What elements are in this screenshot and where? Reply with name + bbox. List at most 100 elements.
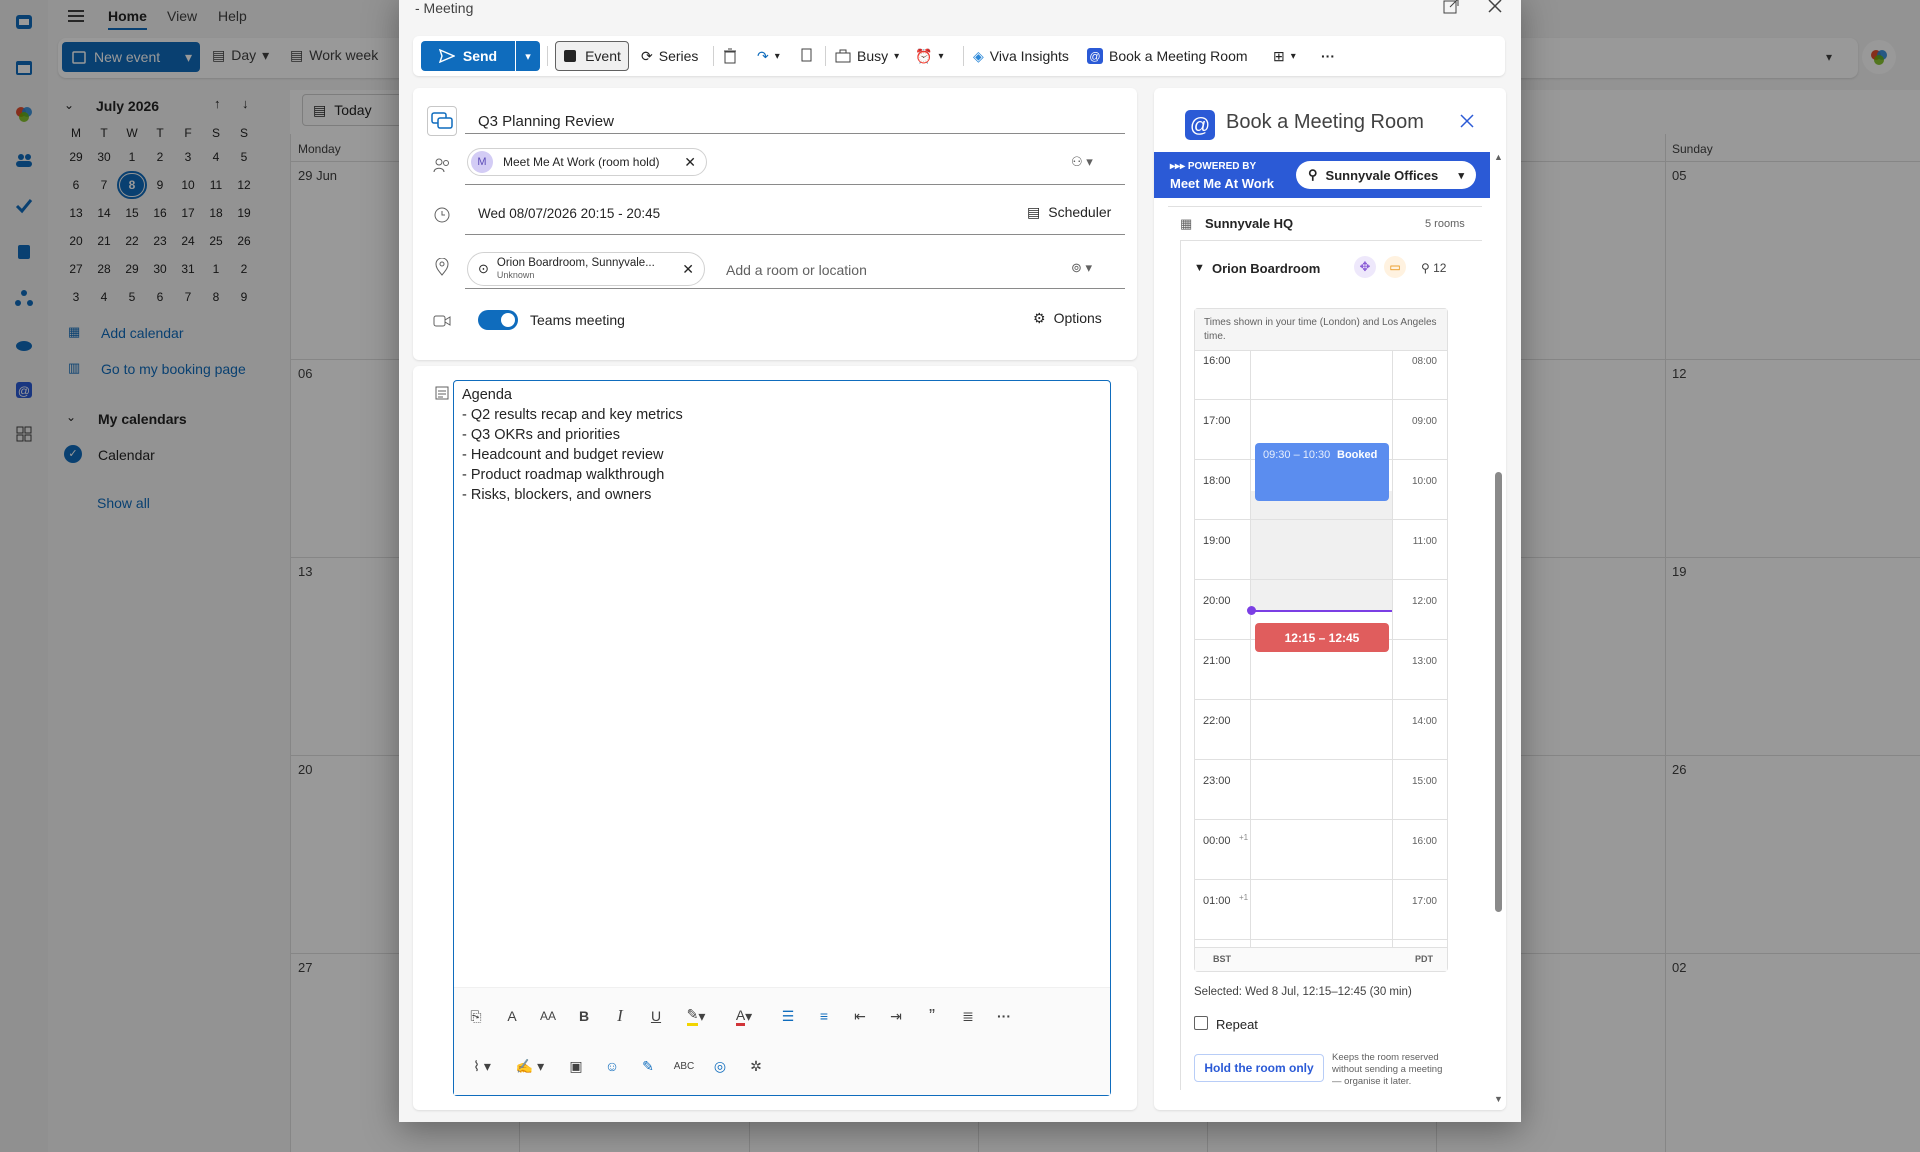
- hold-room-button[interactable]: Hold the room only: [1194, 1054, 1324, 1082]
- add-attendee-options-icon[interactable]: ⚇ ▾: [1071, 154, 1093, 170]
- viva-icon: ◈: [973, 47, 984, 64]
- subject-input[interactable]: Q3 Planning Review: [478, 113, 614, 130]
- forward-button[interactable]: ↷ ▾: [757, 36, 780, 76]
- italic-icon[interactable]: I: [606, 1002, 634, 1030]
- image-icon[interactable]: ▣: [562, 1052, 590, 1080]
- loop-icon[interactable]: ◎: [706, 1052, 734, 1080]
- highlight-icon[interactable]: ✎ ▾: [678, 1002, 714, 1030]
- underline-icon[interactable]: U: [642, 1002, 670, 1030]
- scrollbar[interactable]: ▲ ▼: [1492, 152, 1504, 1110]
- chevron-down-icon: ▾: [1458, 169, 1464, 182]
- scrollbar-thumb[interactable]: [1495, 472, 1502, 912]
- location-icon: [431, 256, 453, 278]
- busy-dropdown[interactable]: Busy ▾: [835, 36, 899, 76]
- teams-toggle[interactable]: [478, 310, 518, 330]
- repeat-checkbox[interactable]: [1194, 1016, 1208, 1030]
- chevron-down-icon: ▾: [1290, 50, 1296, 62]
- indent-icon[interactable]: ⇥: [882, 1002, 910, 1030]
- align-icon[interactable]: ≣: [954, 1002, 982, 1030]
- rooms-count: 5 rooms: [1425, 218, 1465, 230]
- time-label-remote: 10:00: [1411, 476, 1437, 487]
- time-label-remote: 08:00: [1411, 356, 1437, 367]
- remove-location-icon[interactable]: ✕: [682, 261, 694, 278]
- pin-icon: ⊙: [478, 261, 489, 276]
- remove-attendee-icon[interactable]: ✕: [684, 154, 696, 171]
- powered-label: ▸▸▸ POWERED BY: [1170, 161, 1257, 172]
- delete-button[interactable]: [723, 36, 737, 76]
- svg-text:@: @: [1190, 115, 1210, 137]
- tz-note: Times shown in your time (London) and Lo…: [1204, 317, 1437, 342]
- briefcase-icon: [835, 49, 851, 63]
- font-size-icon[interactable]: AA: [534, 1002, 562, 1030]
- editor-icon[interactable]: ✎: [634, 1052, 662, 1080]
- reminder-dropdown[interactable]: ⏰ ▾: [915, 36, 943, 76]
- font-icon[interactable]: A: [498, 1002, 526, 1030]
- repeat-icon: ⟳: [641, 47, 653, 64]
- format-painter-icon[interactable]: ⎘: [462, 1002, 490, 1030]
- chat-icon[interactable]: [427, 106, 457, 136]
- numbering-icon[interactable]: ≡: [810, 1002, 838, 1030]
- room-finder-icon[interactable]: ⊚ ▾: [1071, 260, 1092, 276]
- toolbar: Send ▾ Event ⟳ Series ↷ ▾ Busy ▾ ⏰ ▾ ◈ Viva I…: [413, 36, 1505, 76]
- time-label-local: 01:00: [1203, 895, 1231, 907]
- busy-shade: [1251, 491, 1392, 611]
- send-button[interactable]: Send: [421, 41, 515, 71]
- send-dropdown[interactable]: ▾: [516, 41, 540, 71]
- more-format-icon[interactable]: ···: [990, 1002, 1018, 1030]
- apps-dropdown[interactable]: ⊞ ▾: [1273, 36, 1296, 76]
- copy-button[interactable]: [799, 36, 813, 76]
- apps-grid-icon: ⊞: [1273, 47, 1285, 64]
- time-label-local: 20:00: [1203, 595, 1231, 607]
- scheduler-button[interactable]: ▤ Scheduler: [1027, 204, 1111, 221]
- bullets-icon[interactable]: ☰: [774, 1002, 802, 1030]
- event-toggle[interactable]: Event: [555, 41, 629, 71]
- series-toggle[interactable]: ⟳ Series: [641, 36, 698, 76]
- font-color-icon[interactable]: A ▾: [726, 1002, 762, 1030]
- book-room-button[interactable]: @ Book a Meeting Room: [1087, 36, 1248, 76]
- selected-text: Selected: Wed 8 Jul, 12:15–12:45 (30 min…: [1194, 986, 1412, 998]
- accessibility-icon[interactable]: ✲: [742, 1052, 770, 1080]
- message-body-editor[interactable]: Agenda - Q2 results recap and key metric…: [453, 380, 1111, 1096]
- bold-icon[interactable]: B: [570, 1002, 598, 1030]
- attendee-chip[interactable]: M Meet Me At Work (room hold) ✕: [467, 148, 707, 176]
- location-input[interactable]: Add a room or location: [726, 262, 867, 278]
- attach-icon[interactable]: ⌇ ▾: [462, 1052, 502, 1080]
- forward-icon: ↷: [757, 47, 769, 64]
- signature-icon[interactable]: ✍ ▾: [510, 1052, 550, 1080]
- popout-icon[interactable]: [1443, 0, 1459, 14]
- person-icon: ⚲: [1308, 167, 1318, 182]
- more-options-icon[interactable]: ···: [1321, 36, 1335, 76]
- time-label-local: 00:00: [1203, 835, 1231, 847]
- office-selector[interactable]: ⚲ Sunnyvale Offices ▾: [1296, 161, 1476, 189]
- room-expand-icon[interactable]: ▼: [1194, 262, 1205, 274]
- location-name: Orion Boardroom, Sunnyvale...: [496, 257, 655, 269]
- viva-insights-button[interactable]: ◈ Viva Insights: [973, 36, 1069, 76]
- selected-block[interactable]: 12:15 – 12:45: [1255, 623, 1389, 652]
- svg-text:@: @: [1089, 51, 1100, 63]
- datetime-field[interactable]: Wed 08/07/2026 20:15 - 20:45: [478, 206, 660, 221]
- repeat-label: Repeat: [1216, 1017, 1258, 1032]
- emoji-icon[interactable]: ☺: [598, 1052, 626, 1080]
- chevron-down-icon: ▾: [525, 50, 531, 63]
- time-label-remote: 17:00: [1411, 896, 1437, 907]
- scheduler-icon: ▤: [1027, 204, 1041, 220]
- location-chip[interactable]: ⊙ Orion Boardroom, Sunnyvale... Unknown …: [467, 252, 705, 286]
- panel-close-icon[interactable]: [1460, 114, 1474, 128]
- room-schedule[interactable]: Times shown in your time (London) and Lo…: [1194, 308, 1448, 972]
- options-button[interactable]: ⚙ Options: [1033, 310, 1102, 327]
- agenda-line: - Q2 results recap and key metrics: [462, 407, 683, 423]
- outdent-icon[interactable]: ⇤: [846, 1002, 874, 1030]
- time-label-local: 23:00: [1203, 775, 1231, 787]
- time-label-remote: 15:00: [1411, 776, 1437, 787]
- close-icon[interactable]: [1487, 0, 1503, 14]
- time-label-local: 22:00: [1203, 715, 1231, 727]
- time-label-local: 21:00: [1203, 655, 1231, 667]
- spelling-icon[interactable]: ABC: [670, 1052, 698, 1080]
- room-name[interactable]: Orion Boardroom: [1212, 261, 1320, 276]
- quote-icon[interactable]: ”: [918, 1002, 946, 1030]
- time-label-local: 16:00: [1203, 355, 1231, 367]
- book-room-panel: @ Book a Meeting Room ▸▸▸ POWERED BY Mee…: [1154, 88, 1506, 1110]
- gear-icon: ⚙: [1033, 310, 1046, 326]
- now-line: [1251, 610, 1392, 612]
- agenda-line: - Product roadmap walkthrough: [462, 467, 665, 483]
